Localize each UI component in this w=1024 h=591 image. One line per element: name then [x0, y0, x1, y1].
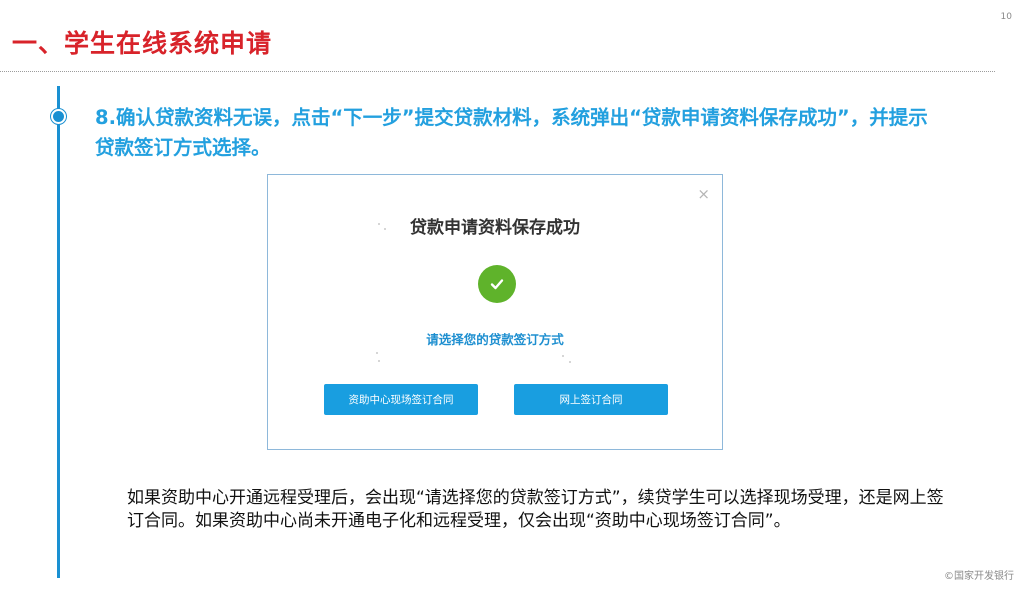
- title-divider: [0, 71, 995, 72]
- success-check-icon: [478, 265, 516, 303]
- speck: [562, 355, 564, 357]
- speck: [378, 360, 380, 362]
- dialog-title: 贷款申请资料保存成功: [410, 218, 580, 238]
- online-signing-button[interactable]: 网上签订合同: [514, 384, 668, 415]
- section-title: 一、学生在线系统申请: [12, 29, 273, 58]
- explanation-text: 如果资助中心开通远程受理后，会出现“请选择您的贷款签订方式”，续贷学生可以选择现…: [127, 488, 944, 531]
- step-text: 8.确认贷款资料无误，点击“下一步”提交贷款材料，系统弹出“贷款申请资料保存成功…: [95, 106, 928, 159]
- page-number: 10: [1000, 12, 1012, 22]
- timeline-line: [57, 86, 60, 578]
- signing-method-prompt: 请选择您的贷款签订方式: [426, 332, 564, 347]
- speck: [384, 228, 386, 230]
- success-dialog: × 贷款申请资料保存成功 请选择您的贷款签订方式 资助中心现场签订合同 网上签订…: [267, 174, 723, 450]
- speck: [376, 352, 378, 354]
- check-icon: [490, 279, 504, 290]
- speck: [378, 223, 380, 225]
- footer-mark: ©国家开发银行: [944, 571, 1014, 582]
- onsite-signing-button[interactable]: 资助中心现场签订合同: [324, 384, 478, 415]
- speck: [569, 361, 571, 363]
- timeline-dot: [51, 109, 66, 124]
- close-icon[interactable]: ×: [697, 187, 710, 202]
